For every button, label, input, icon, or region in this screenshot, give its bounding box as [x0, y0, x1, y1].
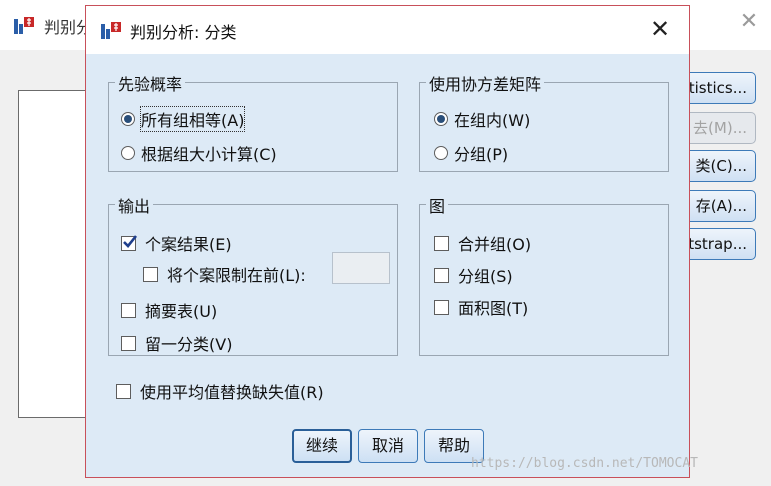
checkbox-indicator[interactable]	[121, 335, 136, 351]
prior-group-size-radio[interactable]: 根据组大小计算(C)	[121, 141, 277, 165]
radio-indicator[interactable]	[121, 112, 135, 126]
plots-legend: 图	[426, 193, 449, 217]
checkbox-indicator[interactable]	[434, 299, 449, 315]
checkbox-indicator[interactable]	[121, 302, 136, 318]
close-icon[interactable]: ✕	[647, 16, 673, 42]
replace-missing-label: 使用平均值替换缺失值(R)	[140, 383, 324, 402]
territorial-map-label: 面积图(T)	[458, 299, 529, 318]
dialog-titlebar: 判别分析: 分类 ✕	[86, 6, 689, 54]
territorial-map-checkbox[interactable]: 面积图(T)	[434, 295, 528, 319]
leave-one-out-label: 留一分类(V)	[145, 335, 233, 354]
limit-cases-checkbox[interactable]: 将个案限制在前(L):	[143, 262, 306, 286]
spss-app-icon	[100, 19, 122, 45]
combined-groups-checkbox[interactable]: 合并组(O)	[434, 231, 531, 255]
checkbox-indicator[interactable]	[143, 266, 158, 282]
checkbox-indicator[interactable]	[116, 383, 131, 399]
classification-dialog: 判别分析: 分类 ✕ 先验概率 所有组相等(A) 根据组大小计算(C) 使用协方…	[85, 5, 690, 478]
within-groups-label: 在组内(W)	[454, 111, 531, 130]
limit-cases-input[interactable]	[332, 252, 390, 284]
summary-table-checkbox[interactable]: 摘要表(U)	[121, 298, 217, 322]
within-groups-radio[interactable]: 在组内(W)	[434, 107, 530, 131]
covariance-group: 使用协方差矩阵 在组内(W) 分组(P)	[419, 71, 669, 172]
summary-table-label: 摘要表(U)	[145, 302, 218, 321]
combined-groups-label: 合并组(O)	[458, 235, 532, 254]
parent-close-icon[interactable]: ✕	[737, 10, 761, 34]
prior-probabilities-legend: 先验概率	[115, 71, 186, 95]
limit-cases-label: 将个案限制在前(L):	[167, 266, 306, 285]
checkbox-indicator[interactable]	[121, 234, 138, 251]
separate-groups-label: 分组(P)	[454, 145, 509, 164]
checkbox-indicator[interactable]	[434, 267, 449, 283]
leave-one-out-checkbox[interactable]: 留一分类(V)	[121, 331, 232, 355]
radio-indicator[interactable]	[121, 146, 135, 160]
output-legend: 输出	[115, 193, 154, 217]
watermark-url: https://blog.csdn.net/TOMOCAT	[471, 456, 698, 471]
checkmark-icon	[123, 234, 138, 248]
prior-equal-label: 所有组相等(A)	[139, 106, 246, 132]
separate-groups-plot-label: 分组(S)	[458, 267, 513, 286]
prior-group-size-label: 根据组大小计算(C)	[141, 145, 277, 164]
covariance-legend: 使用协方差矩阵	[426, 71, 545, 95]
prior-equal-radio[interactable]: 所有组相等(A)	[121, 106, 246, 132]
dialog-title: 判别分析: 分类	[130, 23, 237, 42]
continue-button[interactable]: 继续	[292, 429, 352, 463]
replace-missing-checkbox[interactable]: 使用平均值替换缺失值(R)	[116, 379, 324, 403]
radio-indicator[interactable]	[434, 146, 448, 160]
checkbox-indicator[interactable]	[434, 235, 449, 251]
radio-indicator[interactable]	[434, 112, 448, 126]
prior-probabilities-group: 先验概率 所有组相等(A) 根据组大小计算(C)	[108, 71, 398, 172]
cancel-button[interactable]: 取消	[358, 429, 418, 463]
separate-groups-plot-checkbox[interactable]: 分组(S)	[434, 263, 513, 287]
separate-groups-radio[interactable]: 分组(P)	[434, 141, 508, 165]
casewise-results-label: 个案结果(E)	[145, 235, 232, 254]
spss-app-icon	[13, 14, 35, 40]
casewise-results-checkbox[interactable]: 个案结果(E)	[121, 231, 232, 255]
plots-group: 图 合并组(O) 分组(S) 面积图(T)	[419, 193, 669, 356]
